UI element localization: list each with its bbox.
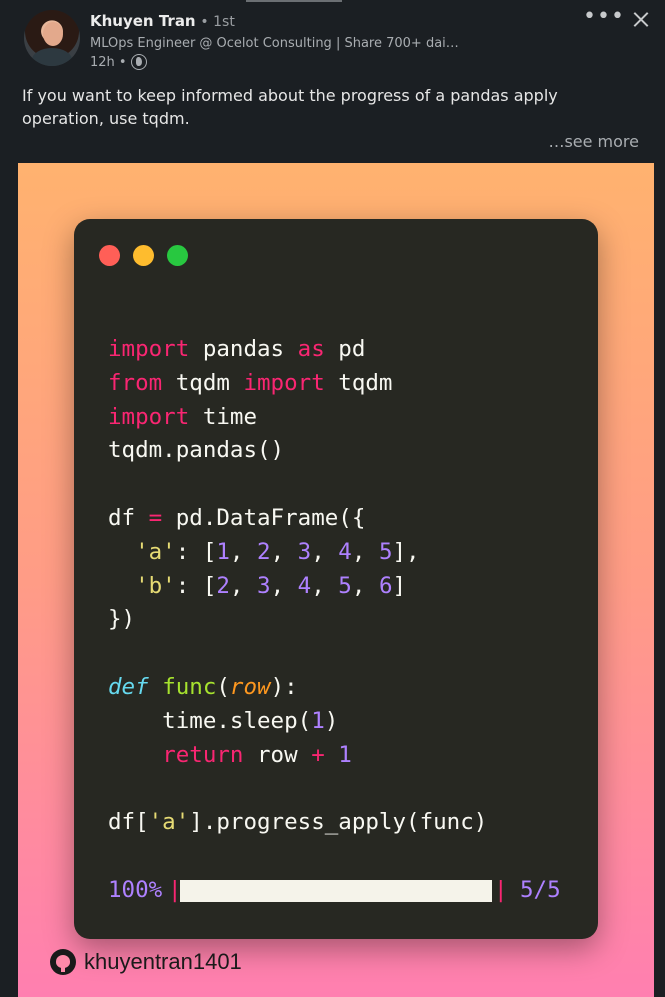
close-dot-icon — [99, 245, 120, 266]
code-line: 'b': [2, 3, 4, 5, 6] — [135, 572, 407, 599]
code-line: tqdm.pandas() — [108, 437, 285, 464]
close-icon[interactable] — [629, 8, 653, 32]
connection-degree: • 1st — [200, 14, 235, 30]
code-line: time.sleep(1) — [108, 707, 339, 734]
progress-percent: 100% — [108, 877, 163, 903]
code-window: import pandas as pd from tqdm import tqdm… — [74, 219, 598, 939]
code-line: 'a': [1, 2, 3, 4, 5], — [135, 538, 420, 565]
linkedin-post-card: Khuyen Tran • 1st MLOps Engineer @ Ocelo… — [0, 0, 665, 997]
github-credit: khuyentran1401 — [50, 949, 242, 975]
code-line: df = pd.DataFrame({ — [108, 504, 366, 531]
github-handle: khuyentran1401 — [84, 949, 242, 974]
progress-count: 5/5 — [520, 877, 561, 903]
code-line: def func(row): — [108, 673, 298, 700]
progress-output: 100% | | 5/5 — [108, 875, 561, 905]
post-text: If you want to keep informed about the p… — [22, 86, 558, 128]
progress-bar — [180, 880, 492, 902]
code-block: import pandas as pd from tqdm import tqdm… — [108, 333, 487, 840]
globe-icon — [130, 54, 147, 70]
avatar-face — [43, 22, 63, 46]
code-line: }) — [108, 606, 136, 633]
more-options-icon[interactable]: ••• — [583, 6, 624, 30]
code-line: import pandas as pd — [108, 336, 366, 362]
post-time: 12h • — [90, 54, 127, 70]
code-line: import time — [108, 403, 258, 430]
minimize-dot-icon — [133, 245, 154, 266]
avatar-shirt — [32, 48, 72, 66]
author-headline: MLOps Engineer @ Ocelot Consulting | Sha… — [90, 36, 459, 51]
progress-bar-right-edge: | — [494, 877, 508, 903]
maximize-dot-icon — [167, 245, 188, 266]
author-line: Khuyen Tran • 1st — [90, 12, 235, 30]
code-line: from tqdm import tqdm — [108, 369, 393, 396]
post-image[interactable]: import pandas as pd from tqdm import tqdm… — [18, 163, 654, 997]
see-more-link[interactable]: …see more — [548, 132, 639, 151]
code-line: return row + 1 — [162, 741, 352, 768]
github-icon — [50, 949, 76, 975]
code-line: df['a'].progress_apply(func) — [108, 809, 488, 836]
avatar[interactable] — [24, 10, 80, 66]
post-meta: 12h • — [90, 54, 147, 70]
author-name[interactable]: Khuyen Tran — [90, 12, 196, 30]
top-divider — [246, 0, 342, 2]
